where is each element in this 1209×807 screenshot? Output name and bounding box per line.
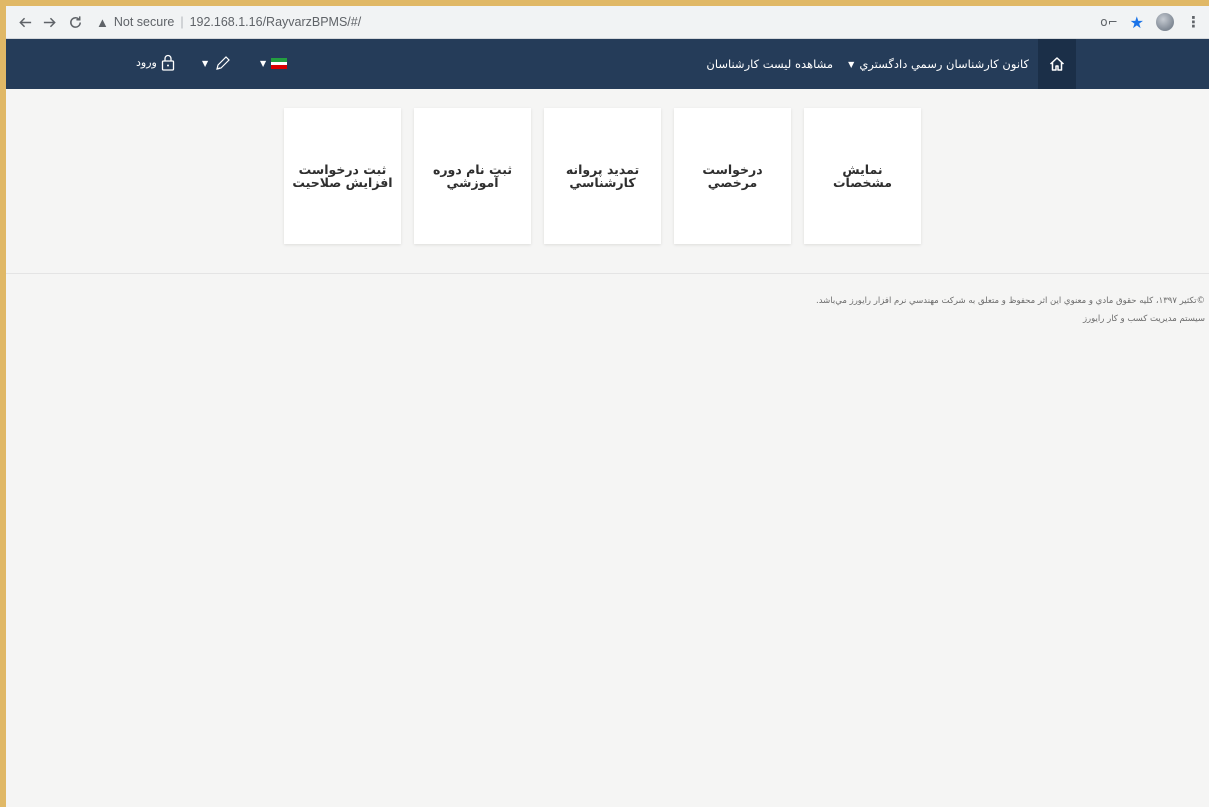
tile-leave-request[interactable]: درخواست مرخصي	[674, 108, 791, 244]
address-bar[interactable]: ▲ Not secure | 192.168.1.16/RayvarzBPMS/…	[96, 10, 361, 34]
edit-dropdown[interactable]: ▼	[202, 54, 231, 72]
home-button[interactable]	[1038, 39, 1076, 89]
tile-license-renewal[interactable]: تمديد پروانه كارشناسي	[544, 108, 661, 244]
reload-icon	[69, 15, 81, 28]
experts-list-label: مشاهده ليست كارشناسان	[706, 57, 833, 71]
back-arrow-icon	[18, 17, 31, 27]
language-dropdown[interactable]: ▼	[260, 58, 288, 70]
browser-toolbar: ▲ Not secure | 192.168.1.16/RayvarzBPMS/…	[6, 6, 1209, 39]
security-label: Not secure	[113, 15, 175, 29]
home-icon	[1049, 57, 1065, 71]
chevron-down-icon: ▼	[848, 59, 855, 69]
reload-button[interactable]	[64, 11, 86, 33]
login-button[interactable]: ورود	[136, 54, 175, 71]
forward-button[interactable]	[38, 11, 60, 33]
address-separator: |	[180, 15, 184, 29]
chevron-down-icon: ▼	[202, 58, 209, 68]
back-button[interactable]	[14, 11, 36, 33]
courts-menu-label: كانون كارشناسان رسمي دادگستري	[859, 57, 1029, 71]
footer-system-name: سيستم مديريت كسب و كار رايورز	[1082, 314, 1205, 324]
courts-menu[interactable]: كانون كارشناسان رسمي دادگستري ▼	[848, 39, 1029, 89]
top-navbar: كانون كارشناسان رسمي دادگستري ▼ مشاهده ل…	[6, 39, 1209, 89]
menu-dots-icon[interactable]: ⋮	[1186, 13, 1201, 31]
pen-icon	[216, 56, 231, 70]
chevron-down-icon: ▼	[260, 59, 267, 68]
footer-divider	[6, 273, 1209, 274]
page-content: كانون كارشناسان رسمي دادگستري ▼ مشاهده ل…	[6, 39, 1209, 807]
url-text: 192.168.1.16/RayvarzBPMS/#/	[189, 15, 362, 29]
login-label: ورود	[136, 56, 157, 69]
tile-training-registration[interactable]: ثبت نام دوره آموزشي	[414, 108, 531, 244]
footer: ©تكثير ۱۳۹۷، كليه حقوق مادي و معنوي اين …	[816, 292, 1205, 328]
warning-icon: ▲	[96, 14, 109, 30]
service-tiles: ثبت درخواست افزايش صلاحيت ثبت نام دوره آ…	[284, 108, 921, 244]
iran-flag-icon	[271, 58, 288, 70]
key-icon[interactable]: o⌐	[1100, 15, 1117, 29]
experts-list-link[interactable]: مشاهده ليست كارشناسان	[706, 39, 833, 89]
star-icon[interactable]: ★	[1130, 13, 1144, 32]
lock-icon	[161, 54, 174, 71]
tile-show-profile[interactable]: نمايش مشخصات	[804, 108, 921, 244]
footer-copyright: ©تكثير ۱۳۹۷، كليه حقوق مادي و معنوي اين …	[816, 296, 1205, 306]
tile-capability-request[interactable]: ثبت درخواست افزايش صلاحيت	[284, 108, 401, 244]
forward-arrow-icon	[43, 17, 56, 27]
profile-icon[interactable]	[1156, 13, 1174, 31]
